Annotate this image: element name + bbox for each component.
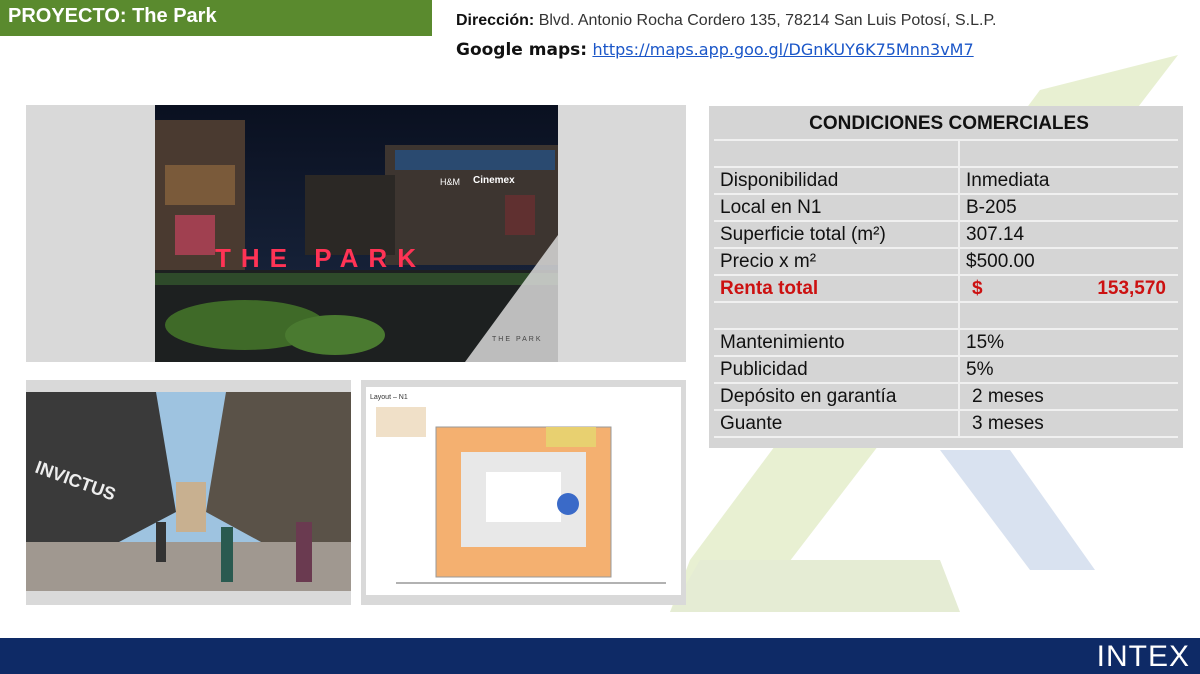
row-value: 15% <box>959 329 1178 357</box>
row-label: Guante <box>714 410 960 438</box>
blank-cell <box>714 140 960 168</box>
cinemex-sign: Cinemex <box>473 175 515 186</box>
table-row: Precio x m² $500.00 <box>714 248 1178 276</box>
row-value: $500.00 <box>959 248 1178 276</box>
table-row: Guante 3 meses <box>714 410 1178 438</box>
table-row: Disponibilidad Inmediata <box>714 167 1178 195</box>
row-label: Local en N1 <box>714 194 960 222</box>
row-value: Inmediata <box>959 167 1178 195</box>
commercial-conditions-panel: CONDICIONES COMERCIALES Disponibilidad In… <box>709 106 1183 448</box>
footer-bar: INTEX <box>0 638 1200 674</box>
row-label: Publicidad <box>714 356 960 384</box>
address-line: Dirección: Blvd. Antonio Rocha Cordero 1… <box>456 12 997 30</box>
row-label: Precio x m² <box>714 248 960 276</box>
table-row: Mantenimiento 15% <box>714 329 1178 357</box>
floorplan-title: Layout – N1 <box>370 394 408 401</box>
floorplan-image: Layout – N1 <box>366 387 681 595</box>
row-value: 5% <box>959 356 1178 384</box>
table-row: Local en N1 B-205 <box>714 194 1178 222</box>
total-rent-currency: $ <box>972 277 983 299</box>
the-park-sign: THE PARK <box>215 243 426 273</box>
address-label: Dirección: <box>456 12 535 29</box>
intex-logo: INTEX <box>1096 640 1190 673</box>
total-rent-row: Renta total $153,570 <box>714 275 1178 303</box>
hm-sign: H&M <box>440 177 460 187</box>
the-park-logo: THE PARK <box>492 336 543 343</box>
conditions-title: CONDICIONES COMERCIALES <box>714 109 1178 141</box>
total-rent-label: Renta total <box>714 275 960 303</box>
row-value: 3 meses <box>959 410 1178 438</box>
table-row: Superficie total (m²) 307.14 <box>714 221 1178 249</box>
maps-link[interactable]: https://maps.app.goo.gl/DGnKUY6K75Mnn3vM… <box>592 40 973 59</box>
table-row: Depósito en garantía 2 meses <box>714 383 1178 411</box>
project-header-bar: PROYECTO: The Park <box>0 0 432 36</box>
total-rent-cell: $153,570 <box>959 275 1178 303</box>
blank-cell <box>959 140 1178 168</box>
blank-cell <box>959 302 1178 330</box>
address-value: Blvd. Antonio Rocha Cordero 135, 78214 S… <box>538 12 997 29</box>
commercial-conditions-table: CONDICIONES COMERCIALES Disponibilidad In… <box>714 109 1178 438</box>
row-label: Disponibilidad <box>714 167 960 195</box>
row-value: 2 meses <box>959 383 1178 411</box>
project-title: PROYECTO: The Park <box>8 5 217 27</box>
maps-line: Google maps: https://maps.app.goo.gl/DGn… <box>456 40 974 60</box>
total-rent-value: 153,570 <box>1097 277 1166 299</box>
row-value: 307.14 <box>959 221 1178 249</box>
row-label: Mantenimiento <box>714 329 960 357</box>
blank-cell <box>714 302 960 330</box>
table-row: Publicidad 5% <box>714 356 1178 384</box>
main-photo-the-park: H&M Cinemex THE PARK THE PARK <box>155 105 558 362</box>
corridor-photo: INVICTUS <box>26 392 351 591</box>
maps-label: Google maps: <box>456 40 588 60</box>
row-label: Superficie total (m²) <box>714 221 960 249</box>
row-value: B-205 <box>959 194 1178 222</box>
row-label: Depósito en garantía <box>714 383 960 411</box>
